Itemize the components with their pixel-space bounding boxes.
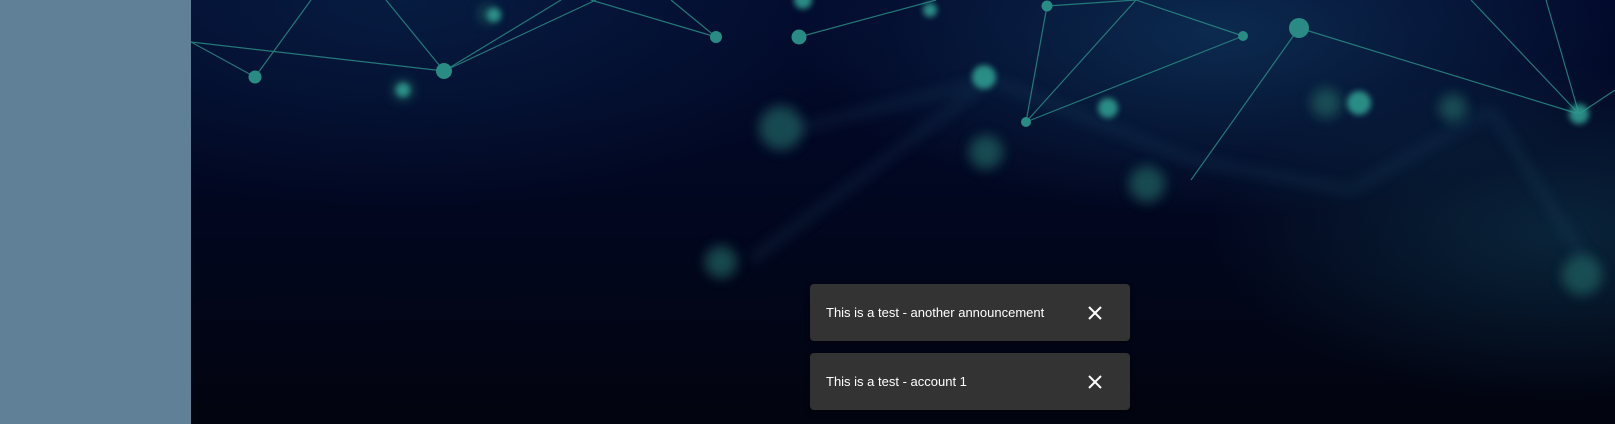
announcement-toast: This is a test - account 1 — [810, 353, 1130, 410]
close-icon[interactable] — [1083, 370, 1107, 394]
toast-message: This is a test - another announcement — [826, 305, 1045, 320]
page: This is a test - another announcement Th… — [0, 0, 1615, 424]
toast-stack: This is a test - another announcement Th… — [810, 284, 1130, 422]
close-icon[interactable] — [1083, 301, 1107, 325]
hero-background: This is a test - another announcement Th… — [191, 0, 1615, 424]
sidebar — [0, 0, 191, 424]
announcement-toast: This is a test - another announcement — [810, 284, 1130, 341]
toast-message: This is a test - account 1 — [826, 374, 967, 389]
